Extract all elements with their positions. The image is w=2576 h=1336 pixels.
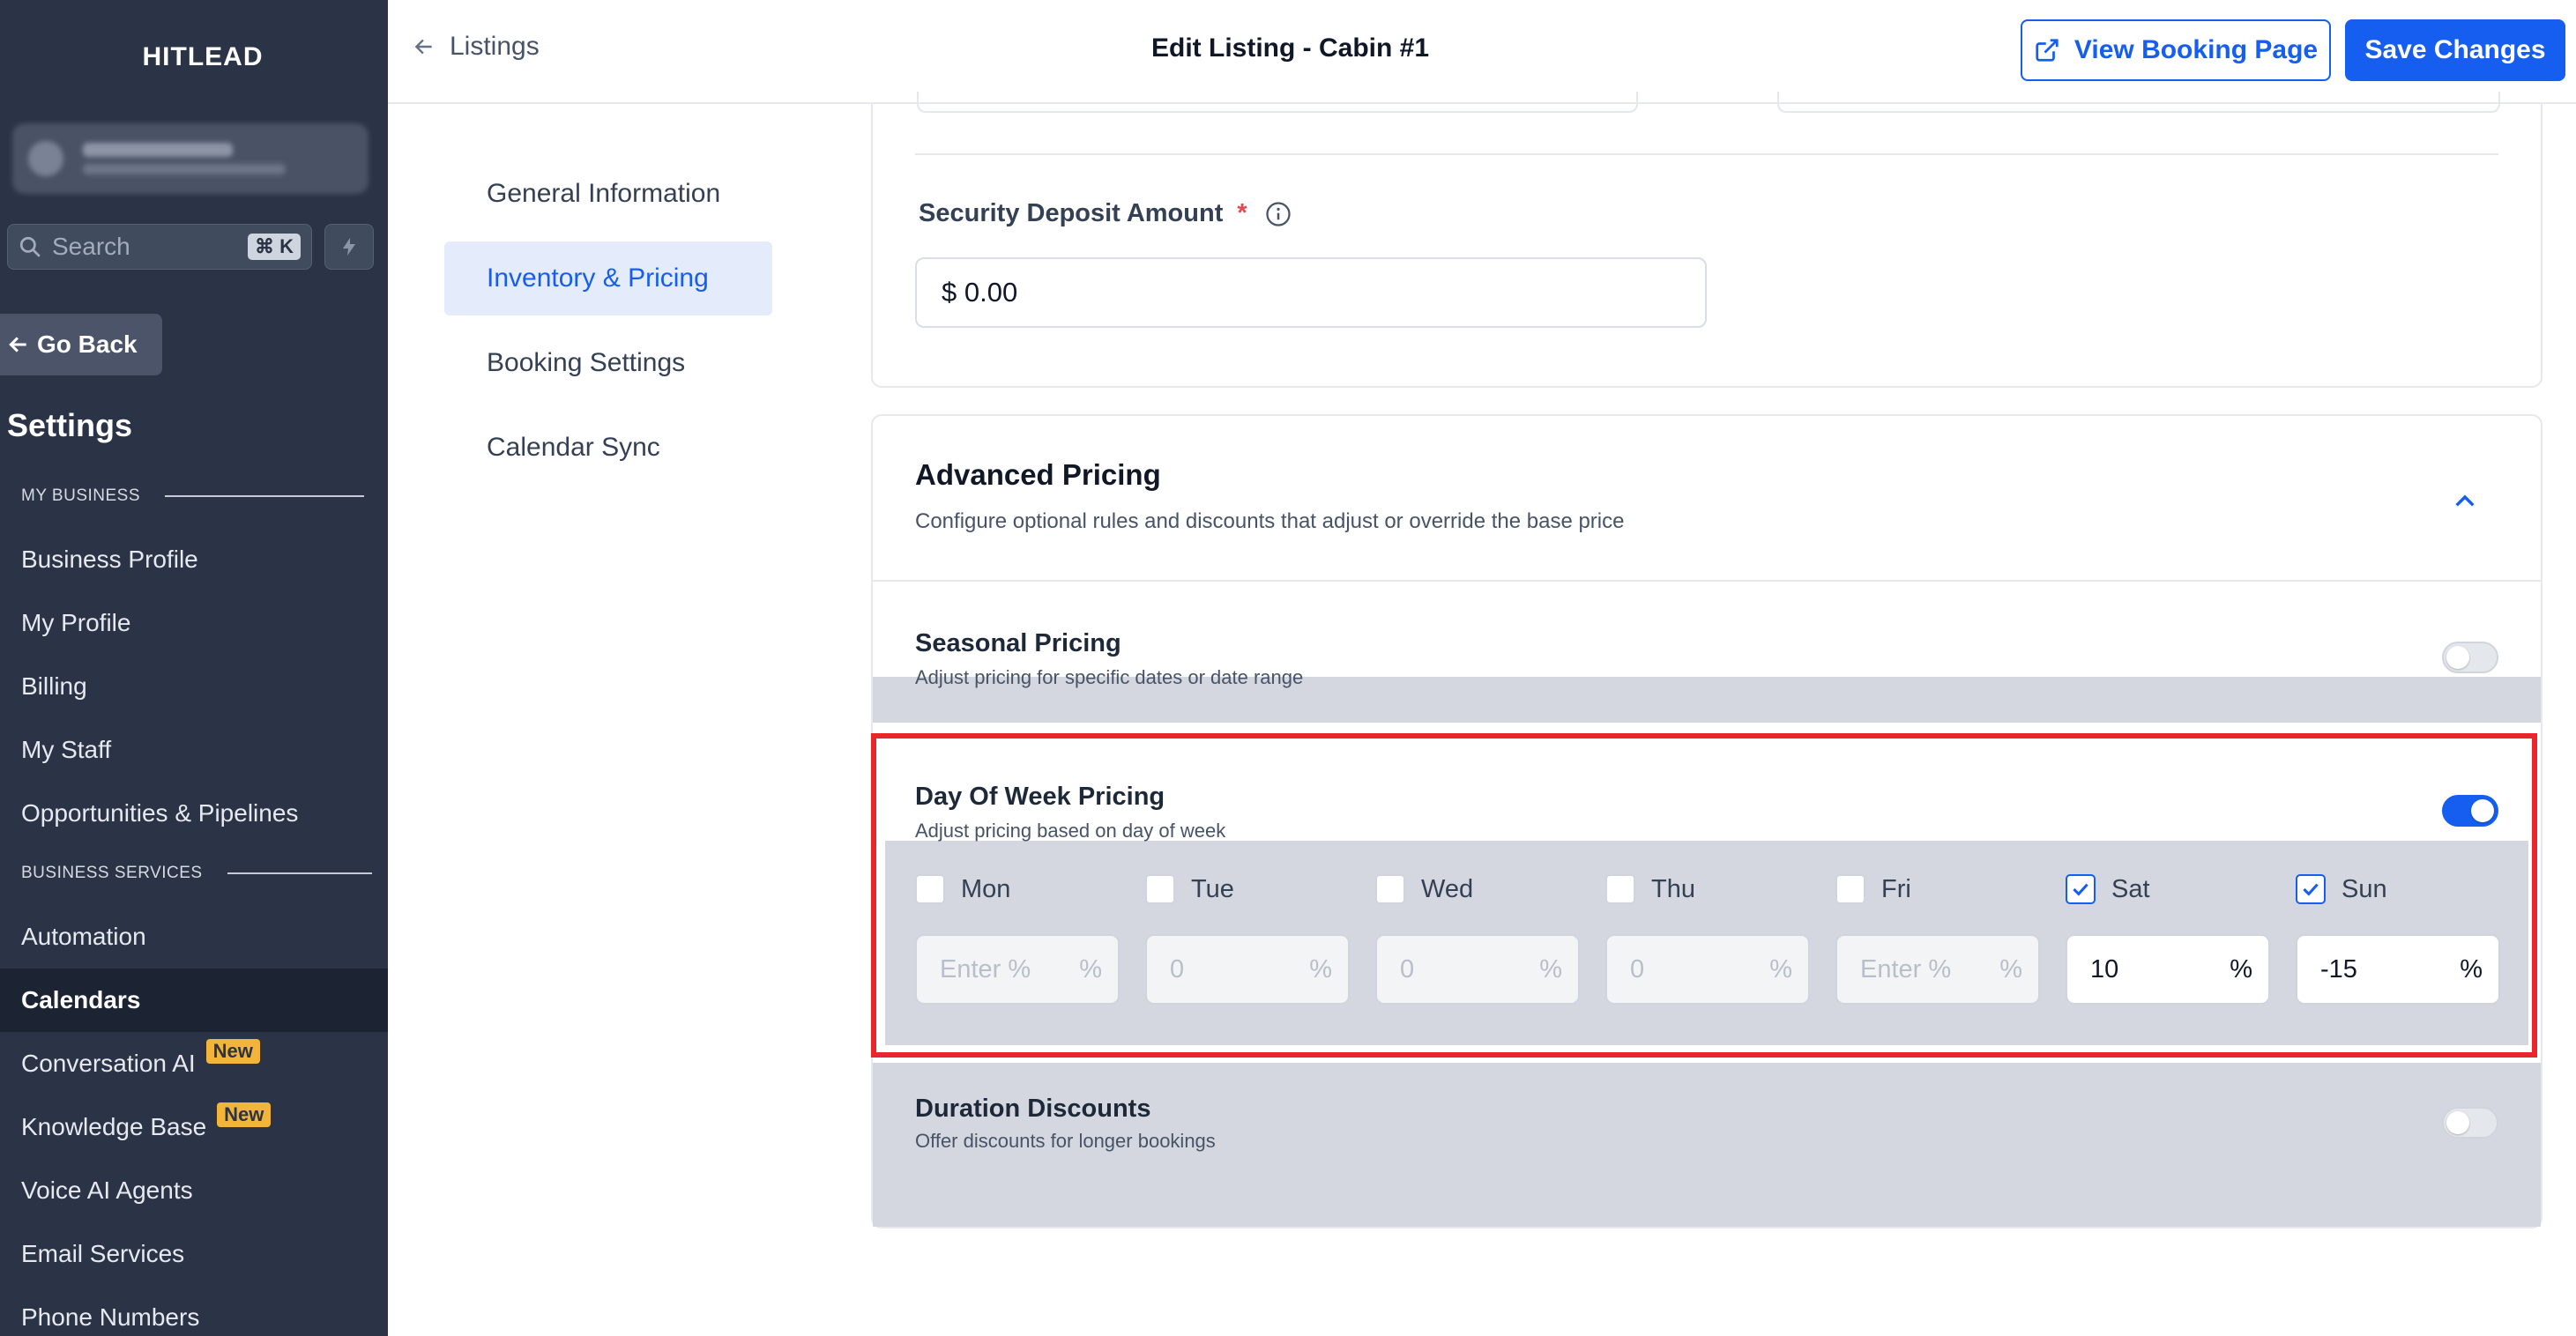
day-wed[interactable]: Wed <box>1375 874 1473 904</box>
seasonal-pricing-title: Seasonal Pricing <box>915 629 1121 657</box>
day-mon[interactable]: Mon <box>915 874 1010 904</box>
chevron-up-icon[interactable] <box>2451 486 2479 515</box>
day-sun[interactable]: Sun <box>2296 874 2387 904</box>
sidebar-item-calendars[interactable]: Calendars <box>0 969 388 1032</box>
day-of-week-subtitle: Adjust pricing based on day of week <box>915 820 1226 842</box>
cut-off-input[interactable] <box>1777 92 2500 113</box>
back-label: Listings <box>450 32 540 61</box>
checkbox-checked[interactable] <box>2296 874 2326 904</box>
checkbox[interactable] <box>1605 874 1635 904</box>
day-sat[interactable]: Sat <box>2066 874 2150 904</box>
percent-input-sat[interactable]: 10% <box>2066 934 2270 1005</box>
tab-calendar-sync[interactable]: Calendar Sync <box>444 411 772 485</box>
arrow-left-icon <box>414 39 432 55</box>
sidebar-item-voice-ai-agents[interactable]: Voice AI Agents <box>0 1159 388 1222</box>
check-icon <box>2073 883 2088 896</box>
section-my-business: MY BUSINESS <box>21 486 365 506</box>
seasonal-pricing-subtitle: Adjust pricing for specific dates or dat… <box>915 666 1304 688</box>
checkbox[interactable] <box>1835 874 1865 904</box>
day-of-week-title: Day Of Week Pricing <box>915 783 1165 811</box>
security-deposit-input[interactable]: $ 0.00 <box>915 257 1707 328</box>
required-marker: * <box>1237 199 1247 227</box>
seasonal-pricing-toggle[interactable] <box>2442 642 2498 673</box>
sidebar-item-conversation-ai[interactable]: Conversation AI New <box>0 1032 388 1095</box>
search-icon <box>19 236 41 257</box>
checkbox[interactable] <box>915 874 945 904</box>
arrow-left-icon <box>9 337 26 353</box>
external-link-icon <box>2036 39 2059 62</box>
sidebar-item-email-services[interactable]: Email Services <box>0 1222 388 1286</box>
go-back-button[interactable]: Go Back <box>0 314 162 375</box>
duration-discounts-subtitle: Offer discounts for longer bookings <box>915 1130 1216 1152</box>
avatar <box>28 141 63 176</box>
search-placeholder: Search <box>52 233 130 260</box>
checkbox[interactable] <box>1145 874 1175 904</box>
page-title: Edit Listing - Cabin #1 <box>1151 33 1430 63</box>
cut-off-input[interactable] <box>917 92 1638 113</box>
top-bar: Listings Edit Listing - Cabin #1 View Bo… <box>388 0 2576 104</box>
percent-input-mon[interactable]: Enter %% <box>915 934 1120 1005</box>
new-badge: New <box>205 1039 260 1064</box>
sidebar-item-my-staff[interactable]: My Staff <box>0 718 388 782</box>
tab-inventory-pricing[interactable]: Inventory & Pricing <box>444 241 772 315</box>
settings-title: Settings <box>7 407 133 443</box>
sidebar-item-billing[interactable]: Billing <box>0 655 388 718</box>
lightning-icon <box>343 238 355 256</box>
back-to-listings-link[interactable]: Listings <box>413 32 540 62</box>
advanced-pricing-subtitle: Configure optional rules and discounts t… <box>915 509 1625 533</box>
sidebar-item-my-profile[interactable]: My Profile <box>0 591 388 655</box>
day-fri[interactable]: Fri <box>1835 874 1911 904</box>
duration-discounts-title: Duration Discounts <box>915 1095 1151 1123</box>
percent-input-fri[interactable]: Enter %% <box>1835 934 2040 1005</box>
percent-input-tue[interactable]: 0% <box>1145 934 1350 1005</box>
tab-general-information[interactable]: General Information <box>444 157 772 231</box>
new-badge: New <box>217 1102 272 1127</box>
checkbox[interactable] <box>1375 874 1405 904</box>
tab-booking-settings[interactable]: Booking Settings <box>444 326 772 400</box>
sidebar-item-phone-numbers[interactable]: Phone Numbers <box>0 1286 388 1336</box>
account-switcher[interactable] <box>12 123 369 194</box>
shortcut-badge: ⌘ K <box>248 234 301 260</box>
divider <box>873 580 2541 582</box>
check-icon <box>2303 883 2319 896</box>
info-icon[interactable] <box>1265 201 1292 227</box>
day-tue[interactable]: Tue <box>1145 874 1234 904</box>
advanced-pricing-title: Advanced Pricing <box>915 458 1161 491</box>
percent-input-wed[interactable]: 0% <box>1375 934 1580 1005</box>
sidebar-item-knowledge-base[interactable]: Knowledge Base New <box>0 1095 388 1159</box>
percent-input-thu[interactable]: 0% <box>1605 934 1810 1005</box>
checkbox-checked[interactable] <box>2066 874 2096 904</box>
sidebar-item-opportunities[interactable]: Opportunities & Pipelines <box>0 782 388 845</box>
sidebar-item-business-profile[interactable]: Business Profile <box>0 528 388 591</box>
view-booking-page-button[interactable]: View Booking Page <box>2021 19 2331 81</box>
search-input[interactable]: Search ⌘ K <box>7 224 312 270</box>
percent-input-sun[interactable]: -15% <box>2296 934 2500 1005</box>
day-of-week-toggle[interactable] <box>2442 795 2498 827</box>
quick-action-button[interactable] <box>324 224 374 270</box>
save-changes-button[interactable]: Save Changes <box>2345 19 2565 81</box>
day-thu[interactable]: Thu <box>1605 874 1695 904</box>
sidebar: HITLEAD Search ⌘ K Go Back Settings MY B… <box>0 0 388 1336</box>
section-business-services: BUSINESS SERVICES <box>21 864 372 883</box>
security-deposit-label: Security Deposit Amount * <box>919 199 1292 228</box>
sidebar-item-automation[interactable]: Automation <box>0 905 388 969</box>
duration-discounts-toggle[interactable] <box>2442 1107 2498 1139</box>
divider <box>915 153 2498 155</box>
pricing-card <box>871 104 2542 388</box>
go-back-label: Go Back <box>37 330 138 358</box>
brand-logo: HITLEAD <box>142 42 264 71</box>
